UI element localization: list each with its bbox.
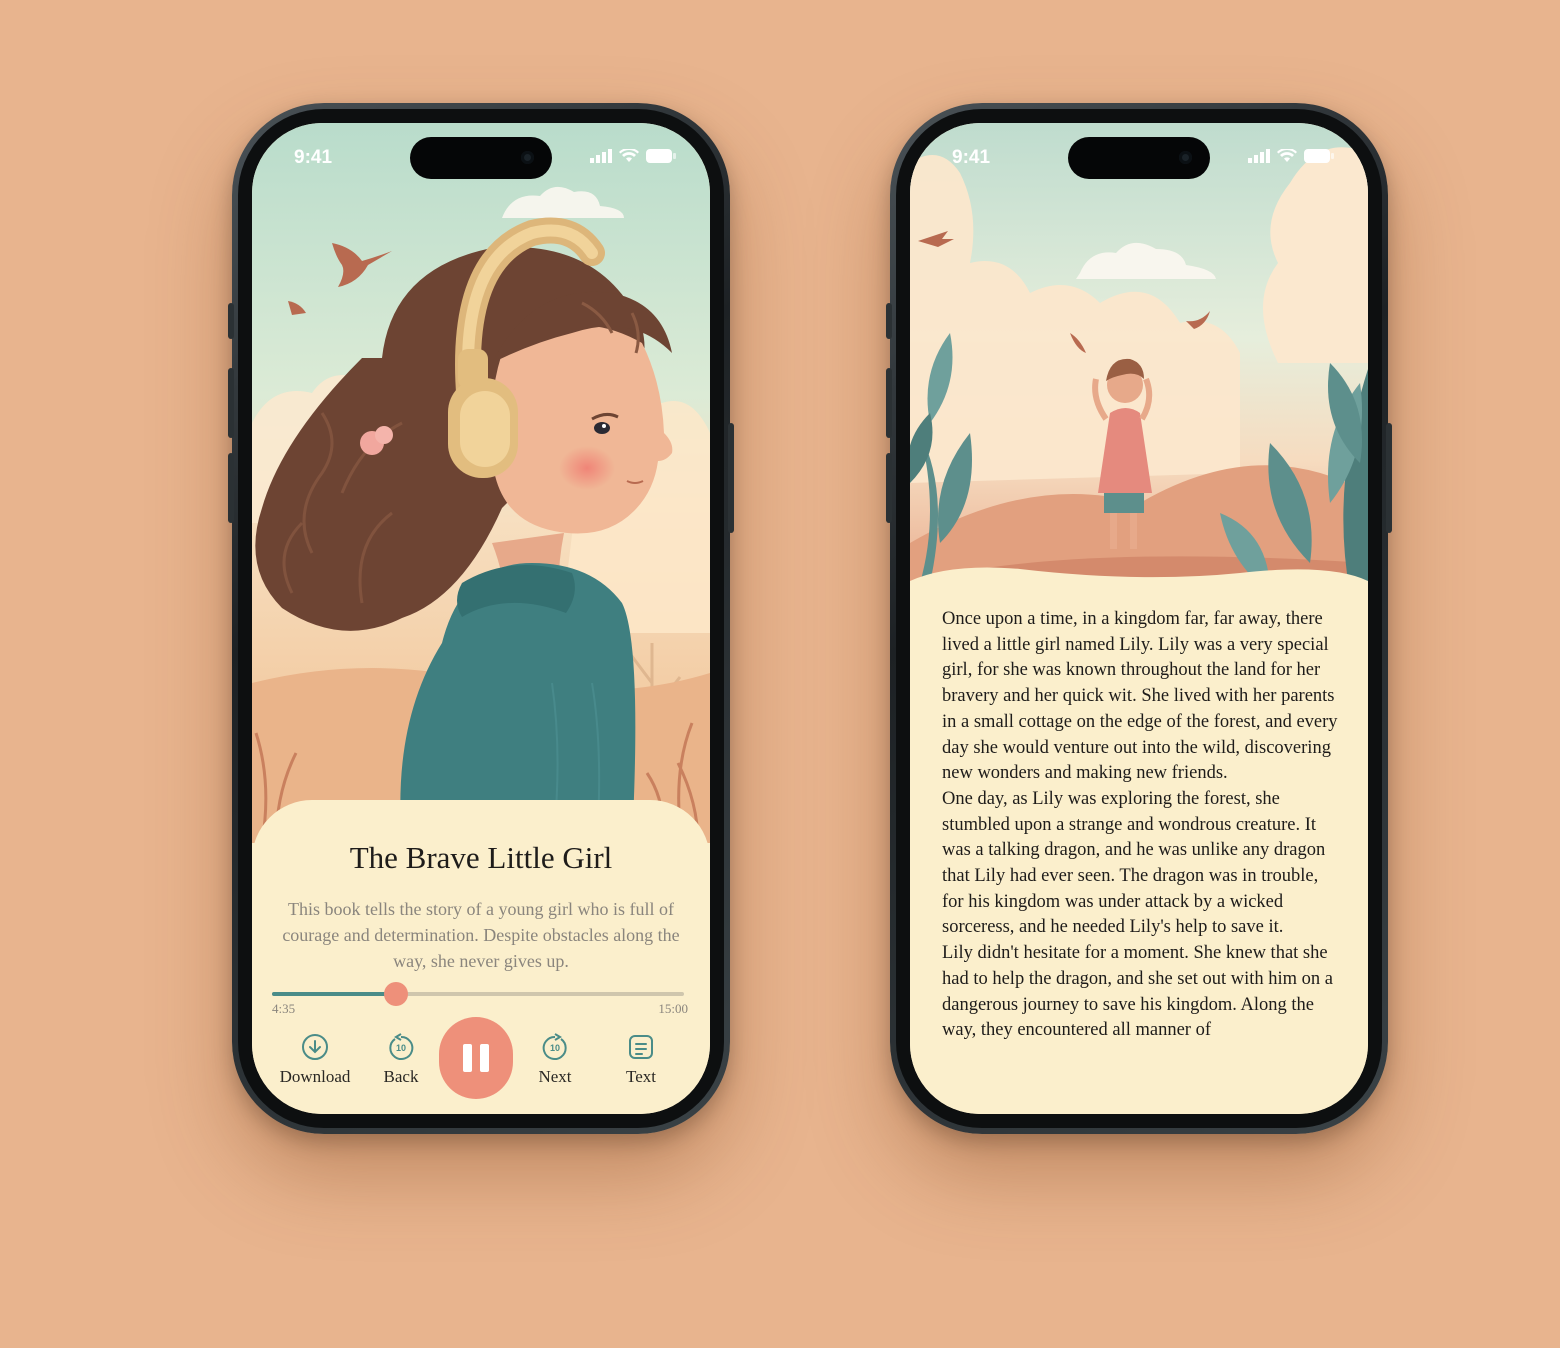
- progress-knob[interactable]: [383, 982, 408, 1006]
- reader-phone: 9:41 Once upon a time, in a kingdom far,…: [886, 103, 1392, 1134]
- wifi-icon: [619, 149, 639, 162]
- side-button: [1386, 423, 1392, 533]
- replay-10-icon: 10: [389, 1033, 414, 1060]
- elapsed-time: 4:35: [272, 1001, 296, 1016]
- pause-icon: [459, 1044, 493, 1072]
- cover-illustration: [252, 123, 710, 843]
- mute-switch: [886, 303, 892, 339]
- wifi-icon: [1277, 149, 1297, 162]
- next-label: Next: [538, 1067, 572, 1086]
- download-label: Download: [279, 1067, 351, 1086]
- total-time: 15:00: [658, 1001, 688, 1016]
- progress-bar[interactable]: [272, 982, 684, 1006]
- reader-screen: 9:41 Once upon a time, in a kingdom far,…: [910, 123, 1368, 1114]
- volume-up-button: [228, 368, 234, 438]
- download-icon: [302, 1034, 328, 1060]
- dynamic-island: [1068, 137, 1210, 179]
- player-card: The Brave Little Girl This book tells th…: [252, 800, 710, 1114]
- forward-10-icon: 10: [542, 1033, 567, 1060]
- svg-text:10: 10: [396, 1043, 406, 1053]
- story-text-panel: Once upon a time, in a kingdom far, far …: [910, 593, 1368, 1114]
- story-paragraph: Lily didn't hesitate for a moment. She k…: [942, 943, 1333, 1041]
- signal-icon: [590, 149, 612, 163]
- story-text: Once upon a time, in a kingdom far, far …: [942, 607, 1342, 1044]
- volume-down-button: [228, 453, 234, 523]
- signal-icon: [1248, 149, 1270, 163]
- player-controls: Download 10 Back 10 Next Text: [252, 1017, 710, 1105]
- dynamic-island: [410, 137, 552, 179]
- battery-icon: [1304, 149, 1334, 163]
- volume-down-button: [886, 453, 892, 523]
- story-paragraph: One day, as Lily was exploring the fores…: [942, 788, 1326, 938]
- side-button: [728, 423, 734, 533]
- svg-text:10: 10: [550, 1043, 560, 1053]
- mute-switch: [228, 303, 234, 339]
- download-button[interactable]: Download: [270, 1033, 360, 1087]
- book-title: The Brave Little Girl: [349, 840, 613, 875]
- volume-up-button: [886, 368, 892, 438]
- player-screen: 9:41 The Brave Little Girl This book tel…: [252, 123, 710, 1114]
- status-time: 9:41: [294, 147, 333, 168]
- progress-fill: [272, 992, 396, 996]
- back-label: Back: [383, 1067, 419, 1086]
- story-paragraph: Once upon a time, in a kingdom far, far …: [942, 609, 1338, 784]
- status-time: 9:41: [952, 147, 991, 168]
- next-button[interactable]: 10 Next: [510, 1033, 600, 1087]
- player-phone: 9:41 The Brave Little Girl This book tel…: [228, 103, 734, 1134]
- battery-icon: [646, 149, 676, 163]
- story-illustration: [910, 123, 1368, 603]
- text-label: Text: [626, 1067, 656, 1086]
- back-button[interactable]: 10 Back: [356, 1033, 446, 1087]
- book-description: This book tells the story of a young gir…: [282, 899, 680, 971]
- pause-button[interactable]: [439, 1017, 513, 1099]
- text-button[interactable]: Text: [596, 1033, 686, 1087]
- text-icon: [629, 1035, 653, 1059]
